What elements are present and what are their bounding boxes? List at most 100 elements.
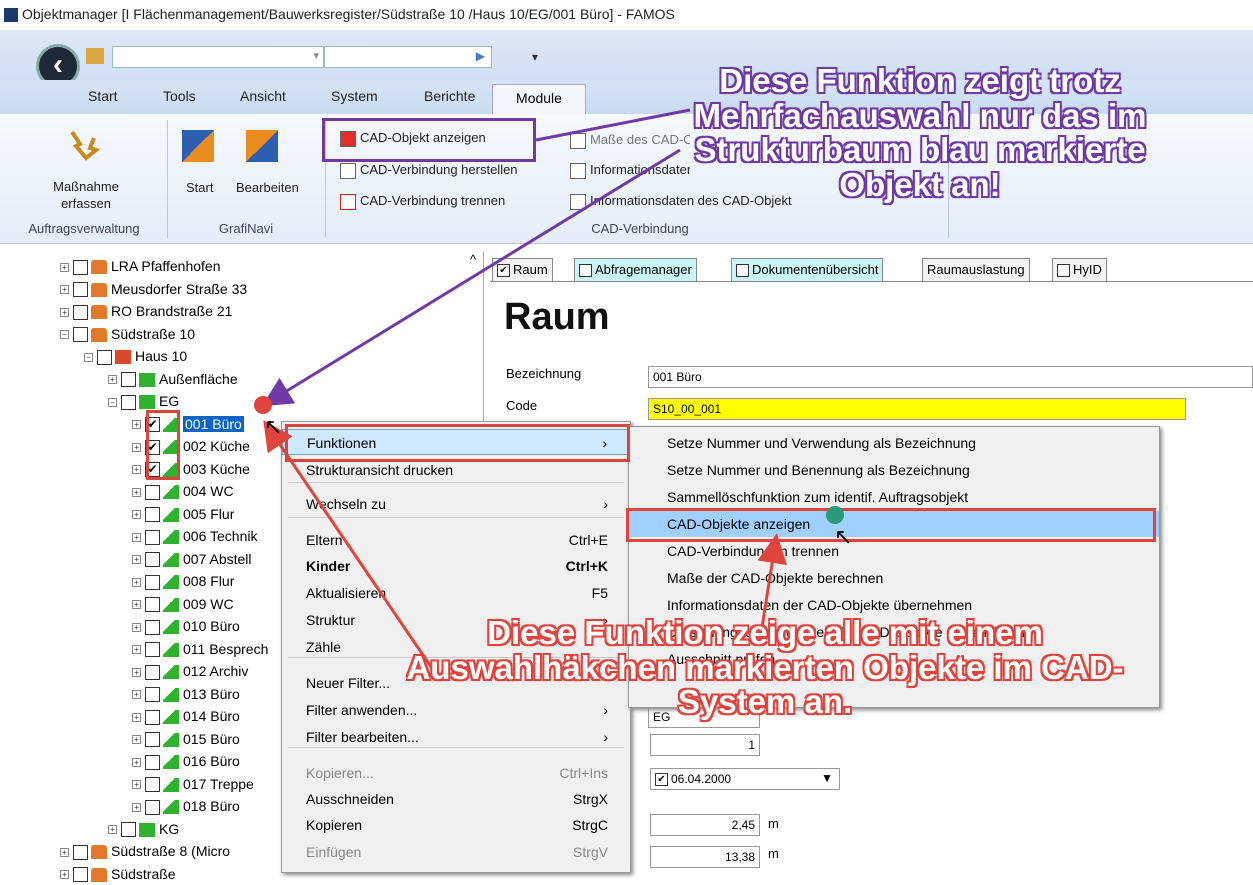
tab-ansicht[interactable]: Ansicht [240, 88, 286, 104]
menu-item-wechseln-zu[interactable]: Wechseln zu › [282, 491, 630, 517]
qat-customize-icon[interactable]: ▾ [532, 50, 538, 64]
expand-toggle-icon[interactable]: + [132, 645, 141, 655]
tree-item[interactable]: +007 Abstell [132, 548, 252, 570]
tree-item[interactable]: − Südstraße 10 [60, 323, 195, 345]
tree-item[interactable]: +016 Büro [132, 750, 240, 772]
tree-checkbox[interactable] [145, 484, 160, 500]
expand-toggle-icon[interactable]: + [132, 667, 141, 677]
expand-toggle-icon[interactable]: + [60, 870, 69, 880]
expand-toggle-icon[interactable]: + [132, 465, 141, 475]
tree-checkbox[interactable] [121, 372, 136, 388]
tree-scroll-up-icon[interactable]: ^ [462, 252, 484, 272]
tree-item[interactable]: +004 WC [132, 480, 234, 502]
expand-toggle-icon[interactable]: + [132, 487, 141, 497]
tree-checkbox[interactable] [145, 619, 160, 635]
tree-checkbox[interactable] [145, 754, 160, 770]
tree-item[interactable]: +009 WC [132, 593, 234, 615]
tab-dokumentenuebersicht[interactable]: Dokumentenübersicht [731, 258, 884, 282]
expand-toggle-icon[interactable]: + [60, 285, 69, 295]
tree-item[interactable]: − EG [108, 390, 179, 412]
code-field[interactable]: S10_00_001 [648, 398, 1186, 420]
tree-item[interactable]: + LRA Pfaffenhofen [60, 255, 221, 277]
tree-item[interactable]: +015 Büro [132, 728, 240, 750]
tree-checkbox[interactable] [121, 394, 136, 410]
tab-tools[interactable]: Tools [163, 88, 196, 104]
menu-item-aktualisieren[interactable]: Aktualisieren F5 [282, 580, 630, 606]
expand-toggle-icon[interactable]: + [132, 622, 141, 632]
date-field[interactable]: ✔ 06.04.2000 ▼ [650, 768, 840, 790]
expand-toggle-icon[interactable]: − [108, 397, 117, 407]
expand-toggle-icon[interactable]: + [132, 802, 141, 812]
tree-checkbox[interactable] [73, 327, 88, 343]
qat-combo-right[interactable]: ▶ [324, 46, 492, 68]
expand-toggle-icon[interactable]: + [132, 757, 141, 767]
tree-checkbox[interactable] [73, 259, 88, 275]
number-field[interactable]: 1 [650, 734, 760, 756]
tree-item[interactable]: +006 Technik [132, 525, 257, 547]
massnahme-erfassen-button[interactable]: Maßnahme erfassen [42, 178, 130, 212]
tab-system[interactable]: System [331, 88, 378, 104]
expand-toggle-icon[interactable]: + [132, 532, 141, 542]
expand-toggle-icon[interactable]: + [132, 780, 141, 790]
tree-checkbox[interactable] [145, 709, 160, 725]
tree-checkbox[interactable] [145, 574, 160, 590]
tree-item[interactable]: + KG [108, 818, 179, 840]
tree-item[interactable]: +012 Archiv [132, 660, 248, 682]
tree-checkbox[interactable] [145, 642, 160, 658]
expand-toggle-icon[interactable]: − [60, 330, 69, 340]
submenu-item[interactable]: Sammellöschfunktion zum identif. Auftrag… [629, 484, 1159, 510]
tree-item[interactable]: + Meusdorfer Straße 33 [60, 278, 247, 300]
expand-toggle-icon[interactable]: + [132, 577, 141, 587]
menu-item-ausschneiden[interactable]: Ausschneiden StrgX [282, 786, 630, 812]
tree-item[interactable]: +018 Büro [132, 795, 240, 817]
menu-item-einfügen[interactable]: Einfügen StrgV [282, 839, 630, 865]
tree-checkbox[interactable] [73, 867, 88, 883]
expand-toggle-icon[interactable]: + [60, 262, 69, 272]
expand-toggle-icon[interactable]: + [108, 375, 117, 385]
tree-item[interactable]: +010 Büro [132, 615, 240, 637]
expand-toggle-icon[interactable]: + [132, 600, 141, 610]
submenu-item[interactable]: Maße der CAD-Objekte berechnen [629, 565, 1159, 591]
tree-checkbox[interactable] [97, 349, 112, 365]
tree-checkbox[interactable] [121, 822, 136, 838]
grafinavi-start-button[interactable]: Start [186, 180, 213, 195]
expand-toggle-icon[interactable]: + [132, 735, 141, 745]
tree-item[interactable]: +013 Büro [132, 683, 240, 705]
tree-item[interactable]: + Südstraße [60, 863, 176, 885]
tree-item[interactable]: + Außenfläche [108, 368, 238, 390]
tab-raumauslastung[interactable]: Raumauslastung [922, 258, 1030, 282]
tab-module[interactable]: Module [492, 84, 586, 116]
tree-checkbox[interactable] [145, 687, 160, 703]
tree-checkbox[interactable] [73, 304, 88, 320]
tree-item[interactable]: +005 Flur [132, 503, 234, 525]
tree-item[interactable]: +008 Flur [132, 570, 234, 592]
tree-checkbox[interactable] [145, 664, 160, 680]
tab-hyid[interactable]: HyID [1052, 258, 1107, 282]
tab-berichte[interactable]: Berichte [424, 88, 475, 104]
flaeche-field[interactable]: 13,38 [650, 846, 760, 868]
tree-item[interactable]: + Südstraße 8 (Micro [60, 840, 230, 862]
expand-toggle-icon[interactable]: + [108, 825, 117, 835]
tab-start[interactable]: Start [88, 88, 118, 104]
expand-toggle-icon[interactable]: + [132, 690, 141, 700]
tree-checkbox[interactable] [73, 844, 88, 860]
menu-item-kopieren[interactable]: Kopieren... Ctrl+Ins [282, 760, 630, 786]
play-icon[interactable]: ▶ [476, 49, 485, 63]
grafinavi-bearbeiten-button[interactable]: Bearbeiten [236, 180, 299, 195]
tree-checkbox[interactable] [145, 777, 160, 793]
expand-toggle-icon[interactable]: + [60, 307, 69, 317]
tree-item[interactable]: +014 Büro [132, 705, 240, 727]
qat-combo-left[interactable]: ▾ [112, 46, 324, 68]
tool-icon[interactable] [86, 48, 104, 64]
cad-verbindung-herstellen-button[interactable]: CAD-Verbindung herstellen [340, 162, 518, 179]
expand-toggle-icon[interactable]: + [132, 510, 141, 520]
hoehe-field[interactable]: 2,45 [650, 814, 760, 836]
date-dropdown-icon[interactable]: ▼ [821, 771, 833, 785]
bezeichnung-field[interactable]: 001 Büro [648, 366, 1253, 388]
tree-checkbox[interactable] [145, 552, 160, 568]
tree-item[interactable]: +011 Besprech [132, 638, 268, 660]
expand-toggle-icon[interactable]: − [84, 352, 93, 362]
tree-item[interactable]: + RO Brandstraße 21 [60, 300, 232, 322]
submenu-item[interactable]: Setze Nummer und Benennung als Bezeichnu… [629, 457, 1159, 483]
expand-toggle-icon[interactable]: + [132, 555, 141, 565]
